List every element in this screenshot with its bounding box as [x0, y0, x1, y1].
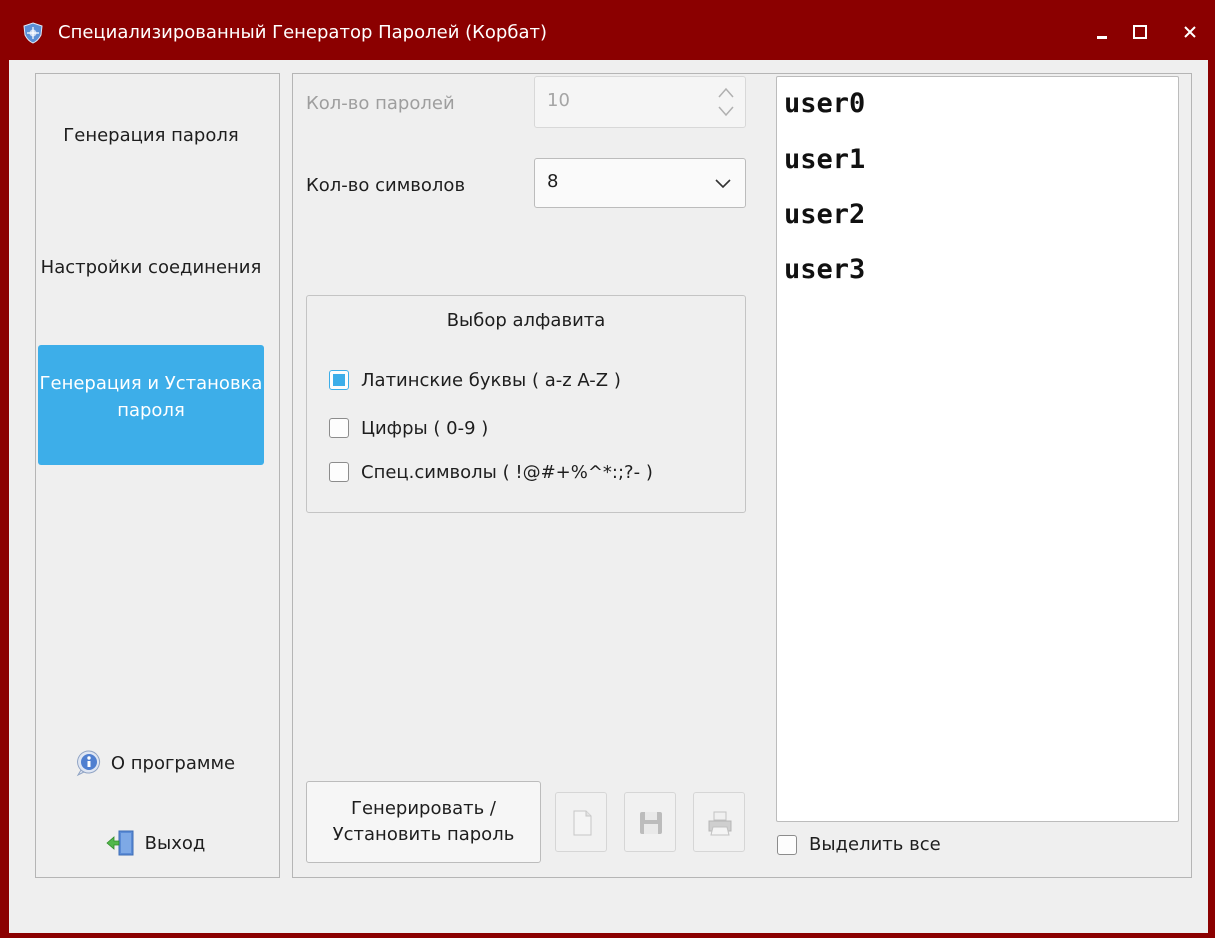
password-count-label: Кол-во паролей	[306, 93, 455, 114]
close-icon	[1184, 26, 1196, 38]
new-document-button[interactable]	[555, 792, 607, 852]
generate-button-line1: Генерировать /	[351, 798, 496, 819]
password-output-list[interactable]: user0 user1 user2 user3	[776, 76, 1179, 822]
alphabet-group-title: Выбор алфавита	[446, 310, 606, 331]
maximize-button[interactable]	[1126, 18, 1154, 46]
sidebar-item-password-generation[interactable]: Генерация пароля	[38, 114, 264, 184]
sidebar-item-label: Генерация пароля	[63, 125, 239, 146]
char-count-value: 8	[547, 171, 559, 192]
output-line: user2	[784, 199, 866, 230]
generate-button-line2: Установить пароль	[332, 824, 515, 845]
digits-option[interactable]: Цифры ( 0-9 )	[329, 415, 488, 441]
main-panel: Кол-во паролей 10 Кол-во символов 8 Выбо…	[292, 73, 1192, 878]
password-count-spinbox[interactable]: 10	[534, 76, 746, 128]
sidebar-item-label: Генерация и Установка пароля	[39, 373, 263, 421]
char-count-label: Кол-во символов	[306, 175, 466, 196]
sidebar-item-label: Настройки соединения	[40, 257, 262, 278]
alphabet-group: Выбор алфавита Латинские буквы ( a-z A-Z…	[306, 295, 746, 513]
special-chars-option[interactable]: Спец.символы ( !@#+%^*:;?- )	[329, 459, 653, 485]
digits-label: Цифры ( 0-9 )	[361, 417, 489, 439]
generate-install-button[interactable]: Генерировать / Установить пароль	[306, 781, 541, 863]
about-button[interactable]: О программе	[50, 746, 260, 780]
exit-button[interactable]: Выход	[50, 826, 260, 860]
select-all-checkbox[interactable]	[777, 834, 797, 855]
spin-arrows-icon[interactable]	[717, 83, 735, 121]
latin-letters-option[interactable]: Латинские буквы ( a-z A-Z )	[329, 367, 621, 393]
maximize-icon	[1133, 25, 1147, 39]
latin-letters-checkbox[interactable]	[329, 370, 349, 390]
about-label: О программе	[110, 752, 236, 774]
sidebar-item-connection-settings[interactable]: Настройки соединения	[38, 246, 264, 316]
chevron-down-icon	[715, 179, 731, 189]
output-line: user0	[784, 88, 866, 119]
char-count-select[interactable]: 8	[534, 158, 746, 208]
select-all-label: Выделить все	[809, 834, 941, 855]
sidebar-item-generate-and-install[interactable]: Генерация и Установка пароля	[38, 345, 264, 465]
shield-icon	[23, 22, 43, 44]
output-line: user1	[784, 144, 866, 175]
print-icon	[708, 811, 732, 836]
window-client-area: Генерация пароля Настройки соединения Ге…	[9, 60, 1208, 933]
new-document-icon	[573, 810, 592, 836]
output-line: user3	[784, 254, 866, 285]
title-bar: Специализированный Генератор Паролей (Ко…	[0, 0, 1215, 60]
close-button[interactable]	[1176, 18, 1204, 46]
special-chars-checkbox[interactable]	[329, 462, 349, 482]
minimize-button[interactable]	[1088, 18, 1116, 46]
save-icon	[640, 812, 662, 834]
window-title: Специализированный Генератор Паролей (Ко…	[58, 22, 547, 43]
info-icon	[76, 750, 100, 777]
exit-label: Выход	[144, 832, 206, 854]
minimize-icon	[1097, 36, 1107, 39]
latin-letters-label: Латинские буквы ( a-z A-Z )	[361, 369, 621, 391]
print-button[interactable]	[693, 792, 745, 852]
password-count-value: 10	[547, 90, 570, 111]
digits-checkbox[interactable]	[329, 418, 349, 438]
special-chars-label: Спец.символы ( !@#+%^*:;?- )	[361, 461, 653, 483]
save-button[interactable]	[624, 792, 676, 852]
exit-door-icon	[106, 830, 134, 856]
select-all-option[interactable]: Выделить все	[777, 834, 941, 855]
sidebar: Генерация пароля Настройки соединения Ге…	[35, 73, 280, 878]
